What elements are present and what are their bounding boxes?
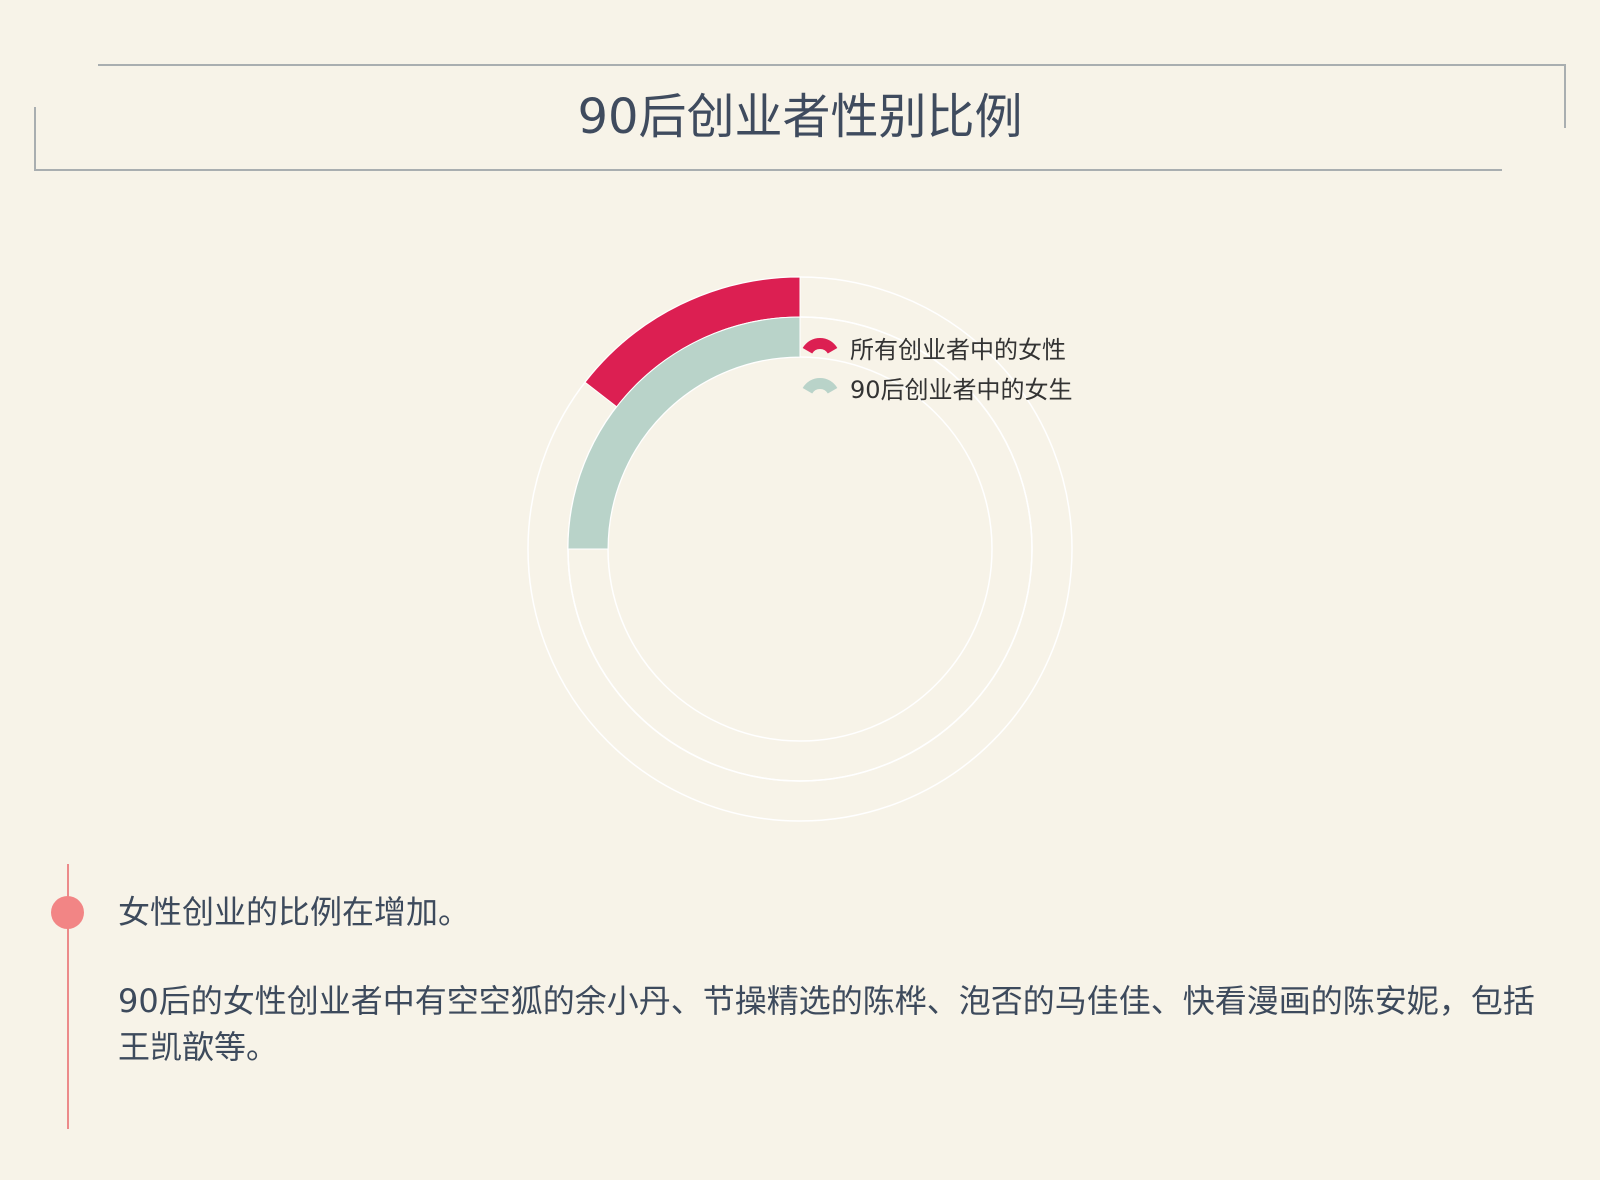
legend-fan-icon [802,338,838,354]
legend-label: 90后创业者中的女生 [850,376,1073,404]
timeline-dot [51,896,84,929]
legend-label: 所有创业者中的女性 [850,336,1066,364]
legend-fan-icon [802,378,838,394]
legend-item-2[interactable]: 90后创业者中的女生 [802,376,1073,404]
legend-item-1[interactable]: 所有创业者中的女性 [802,336,1066,364]
note-text-1: 女性创业的比例在增加。 [118,893,471,931]
chart-legend: 所有创业者中的女性 90后创业者中的女生 [802,336,1073,404]
ring-arc-2[interactable] [567,316,801,550]
note-text-2: 90后的女性创业者中有空空狐的余小丹、节操精选的陈桦、泡否的马佳佳、快看漫画的陈… [118,982,1535,1066]
ring-track-inner-0 [607,356,993,742]
